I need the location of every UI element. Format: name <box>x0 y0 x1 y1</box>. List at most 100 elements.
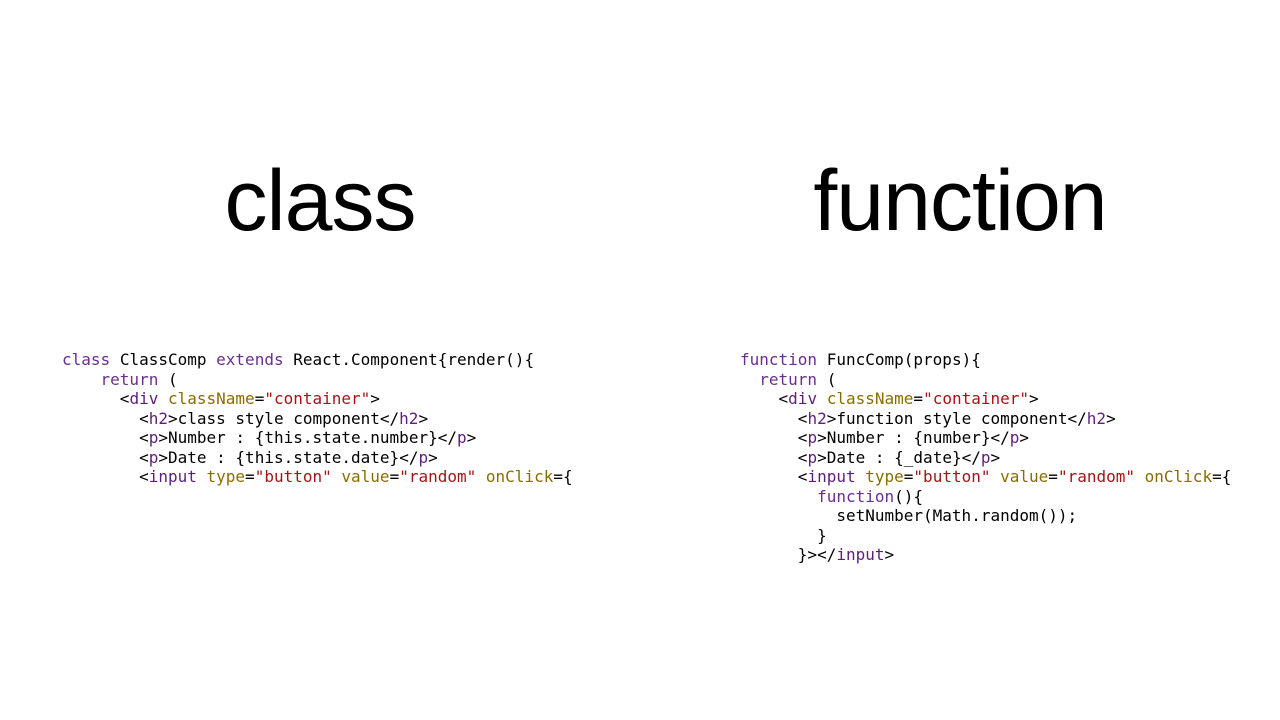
eq2: = <box>245 467 255 486</box>
gt7: > <box>428 448 438 467</box>
lt7: </ <box>399 448 418 467</box>
lt6: < <box>139 448 149 467</box>
gt3: > <box>418 409 428 428</box>
eq: = <box>255 389 265 408</box>
left-title: class <box>225 158 416 244</box>
return-paren: ( <box>158 370 177 389</box>
render-sig: (){ <box>505 350 534 369</box>
lt5: </ <box>438 428 457 447</box>
tag-p2: p <box>149 448 159 467</box>
id-props: props <box>913 350 961 369</box>
id-classname: ClassComp <box>120 350 207 369</box>
right-title: function <box>813 158 1106 244</box>
r-num-label: Number : <box>827 428 914 447</box>
r-paren-open: ( <box>904 350 914 369</box>
lt2: < <box>139 409 149 428</box>
r-tag-p2: p <box>807 448 817 467</box>
right-code-block: function FuncComp(props){ return ( <div … <box>740 350 1231 565</box>
r-tag-p1: p <box>807 428 817 447</box>
r-gt5: > <box>1019 428 1029 447</box>
r-attr-classname: className <box>827 389 914 408</box>
gt: > <box>370 389 380 408</box>
r-eqbrace: ={ <box>1212 467 1231 486</box>
r-gt: > <box>1029 389 1039 408</box>
r-gt3: > <box>1106 409 1116 428</box>
attr-value: value <box>341 467 389 486</box>
left-code-block: class ClassComp extends React.Component{… <box>62 350 573 487</box>
num-expr: {this.state.number} <box>255 428 438 447</box>
tag-p1c: p <box>457 428 467 447</box>
r-str-container: "container" <box>923 389 1029 408</box>
r-lt7: </ <box>962 448 981 467</box>
r-gt2: > <box>827 409 837 428</box>
r-gt7: > <box>991 448 1001 467</box>
id-base: React.Component <box>293 350 438 369</box>
r-lt8: < <box>798 467 808 486</box>
r-eq2: = <box>904 467 914 486</box>
date-label: Date : <box>168 448 235 467</box>
r-h2-text: function style component <box>836 409 1067 428</box>
lt3: </ <box>380 409 399 428</box>
r-str-button: "button" <box>913 467 990 486</box>
fn-render: render <box>447 350 505 369</box>
attr-classname: className <box>168 389 255 408</box>
r-lt2: < <box>798 409 808 428</box>
id-funcname: FuncComp <box>827 350 904 369</box>
tag-h2: h2 <box>149 409 168 428</box>
gt5: > <box>467 428 477 447</box>
r-tag-input: input <box>807 467 855 486</box>
brace-open: { <box>438 350 448 369</box>
r-tag-h2c: h2 <box>1087 409 1106 428</box>
tag-p2c: p <box>418 448 428 467</box>
r-attr-onclick: onClick <box>1145 467 1212 486</box>
r-gt4: > <box>817 428 827 447</box>
tag-h2c: h2 <box>399 409 418 428</box>
r-gt9: > <box>885 545 895 564</box>
kw-return-r: return <box>759 370 817 389</box>
anonfn-sig: (){ <box>894 487 923 506</box>
r-lt6: < <box>798 448 808 467</box>
anonfn-close: } <box>817 526 827 545</box>
r-lt9: </ <box>817 545 836 564</box>
gt2: > <box>168 409 178 428</box>
date-expr: {this.state.date} <box>235 448 399 467</box>
r-attr-value: value <box>1000 467 1048 486</box>
r-tag-p2c: p <box>981 448 991 467</box>
right-column: function function FuncComp(props){ retur… <box>640 0 1280 720</box>
left-column: class class ClassComp extends React.Comp… <box>0 0 640 720</box>
lt: < <box>120 389 130 408</box>
jsx-close: }> <box>798 545 817 564</box>
kw-class: class <box>62 350 110 369</box>
r-tag-inputc: input <box>836 545 884 564</box>
lt4: < <box>139 428 149 447</box>
attr-type: type <box>207 467 246 486</box>
tag-p1: p <box>149 428 159 447</box>
kw-anonfn: function <box>817 487 894 506</box>
r-date-label: Date : <box>827 448 894 467</box>
r-gt6: > <box>817 448 827 467</box>
tag-input: input <box>149 467 197 486</box>
r-paren-close: ){ <box>962 350 981 369</box>
r-lt: < <box>779 389 789 408</box>
num-label: Number : <box>168 428 255 447</box>
kw-extends: extends <box>216 350 283 369</box>
str-random: "random" <box>399 467 476 486</box>
lt8: < <box>139 467 149 486</box>
r-date-expr: {_date} <box>894 448 961 467</box>
attr-onclick: onClick <box>486 467 553 486</box>
r-lt4: < <box>798 428 808 447</box>
r-str-random: "random" <box>1058 467 1135 486</box>
slide: class class ClassComp extends React.Comp… <box>0 0 1280 720</box>
return-paren-r: ( <box>817 370 836 389</box>
kw-function: function <box>740 350 817 369</box>
eq3: = <box>390 467 400 486</box>
r-tag-div: div <box>788 389 817 408</box>
r-eq: = <box>913 389 923 408</box>
str-container: "container" <box>264 389 370 408</box>
r-tag-p1c: p <box>1010 428 1020 447</box>
str-button: "button" <box>255 467 332 486</box>
r-eq3: = <box>1048 467 1058 486</box>
kw-return: return <box>101 370 159 389</box>
h2-text: class style component <box>178 409 380 428</box>
gt4: > <box>158 428 168 447</box>
